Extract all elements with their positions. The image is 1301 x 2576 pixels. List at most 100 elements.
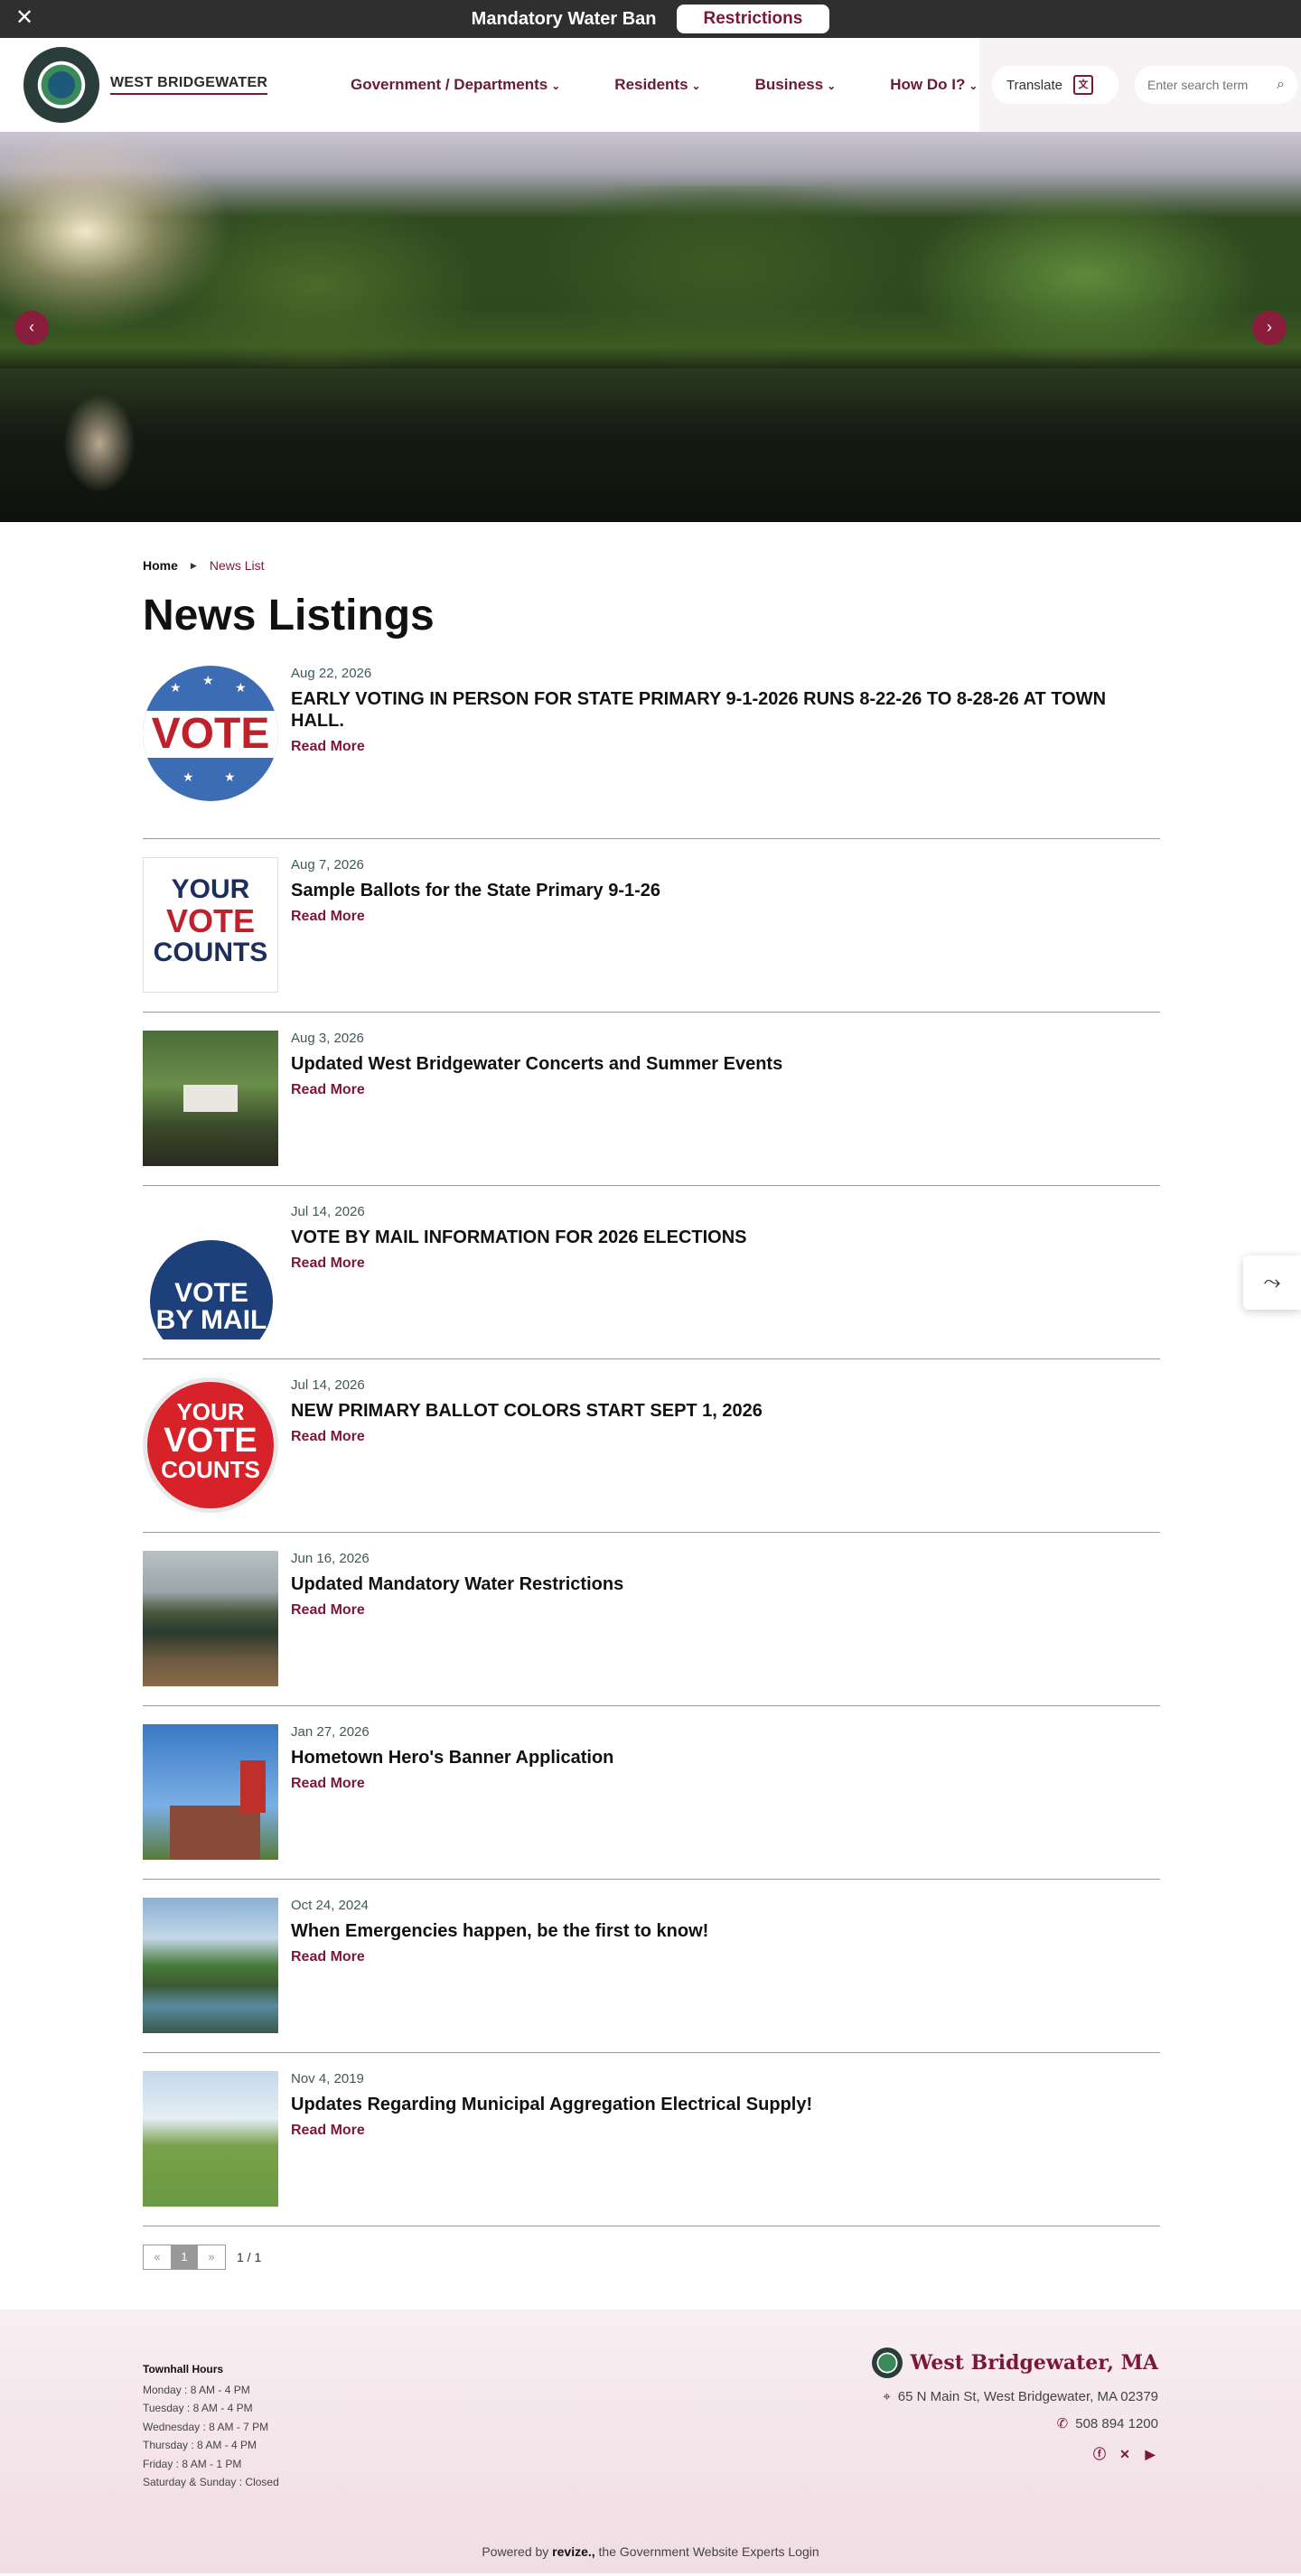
- read-more-link[interactable]: Read More: [291, 739, 365, 755]
- news-date: Nov 4, 2019: [291, 2071, 364, 2086]
- star-icon: ★: [224, 770, 236, 784]
- news-title[interactable]: VOTE BY MAIL INFORMATION FOR 2026 ELECTI…: [291, 1227, 747, 1248]
- translate-label: Translate: [1006, 77, 1062, 93]
- news-thumbnail[interactable]: YOUR VOTE COUNTS: [143, 1377, 278, 1513]
- chevron-down-icon: ⌄: [551, 79, 561, 92]
- breadcrumb-separator-icon: ▶: [190, 560, 197, 570]
- slider-next-icon[interactable]: ›: [1252, 311, 1287, 345]
- thumbnail-text: VOTE: [164, 1422, 257, 1460]
- site-logo[interactable]: WEST BRIDGEWATER: [23, 47, 295, 123]
- nav-government[interactable]: Government / Departments ⌄: [323, 76, 587, 94]
- news-date: Aug 7, 2026: [291, 857, 364, 873]
- read-more-link[interactable]: Read More: [291, 1255, 365, 1272]
- news-title[interactable]: Updates Regarding Municipal Aggregation …: [291, 2094, 812, 2115]
- close-icon[interactable]: ✕: [13, 7, 36, 31]
- news-body: Nov 4, 2019 Updates Regarding Municipal …: [291, 2071, 812, 2206]
- news-body: Aug 7, 2026 Sample Ballots for the State…: [291, 857, 660, 992]
- facebook-icon[interactable]: ⓕ: [1091, 2446, 1108, 2462]
- news-item: Nov 4, 2019 Updates Regarding Municipal …: [143, 2053, 1160, 2226]
- nav-label: Residents: [614, 76, 688, 93]
- news-thumbnail[interactable]: [143, 2071, 278, 2207]
- news-item: YOUR VOTE COUNTS Aug 7, 2026 Sample Ball…: [143, 839, 1160, 1013]
- translate-button[interactable]: Translate 文: [992, 66, 1118, 104]
- hours-line: Friday : 8 AM - 1 PM: [143, 2457, 242, 2470]
- breadcrumb-home[interactable]: Home: [143, 558, 178, 573]
- bandstand-image: [183, 1085, 238, 1112]
- thumbnail-text: VOTE: [143, 711, 278, 758]
- thumbnail-text: YOUR: [171, 874, 250, 904]
- read-more-link[interactable]: Read More: [291, 1602, 365, 1619]
- pagination-controls: « 1 »: [143, 2245, 226, 2270]
- thumbnail-text: YOUR: [176, 1398, 245, 1425]
- footer-address[interactable]: ⌖ 65 N Main St, West Bridgewater, MA 0237…: [872, 2389, 1158, 2404]
- site-header: WEST BRIDGEWATER Government / Department…: [0, 38, 1301, 132]
- chevron-down-icon: ⌄: [691, 79, 701, 92]
- translate-icon: 文: [1072, 75, 1093, 95]
- site-footer: Townhall Hours Monday : 8 AM - 4 PM Tues…: [0, 2310, 1301, 2573]
- hero-water: [0, 369, 1301, 522]
- search-input[interactable]: [1147, 78, 1256, 92]
- slider-prev-icon[interactable]: ‹: [14, 311, 49, 345]
- search-box: ⌕: [1135, 66, 1297, 104]
- address-text: 65 N Main St, West Bridgewater, MA 02379: [897, 2389, 1158, 2404]
- search-icon[interactable]: ⌕: [1277, 77, 1285, 93]
- news-item: Jan 27, 2026 Hometown Hero's Banner Appl…: [143, 1706, 1160, 1880]
- read-more-link[interactable]: Read More: [291, 1429, 365, 1445]
- social-links: ⓕ ✕ ▶: [872, 2446, 1158, 2462]
- news-list: ★ ★ ★ ★ ★ VOTE Aug 22, 2026 EARLY VOTING…: [143, 666, 1160, 2226]
- news-body: Jul 14, 2026 NEW PRIMARY BALLOT COLORS S…: [291, 1377, 763, 1512]
- read-more-link[interactable]: Read More: [291, 2123, 365, 2139]
- read-more-link[interactable]: Read More: [291, 1776, 365, 1792]
- thumbnail-text: COUNTS: [153, 938, 268, 967]
- news-title[interactable]: Updated West Bridgewater Concerts and Su…: [291, 1053, 782, 1075]
- news-item: Oct 24, 2024 When Emergencies happen, be…: [143, 1880, 1160, 2053]
- thumbnail-text: VOTE: [174, 1278, 248, 1308]
- town-seal-icon: [23, 47, 99, 123]
- powered-suffix[interactable]: the Government Website Experts Login: [599, 2544, 819, 2559]
- news-date: Aug 3, 2026: [291, 1031, 364, 1046]
- powered-by: Powered by revize., the Government Websi…: [0, 2544, 1301, 2559]
- hours-line: Monday : 8 AM - 4 PM: [143, 2383, 250, 2396]
- news-title[interactable]: Hometown Hero's Banner Application: [291, 1747, 613, 1769]
- pagination-count: 1 / 1: [237, 2250, 262, 2264]
- nav-residents[interactable]: Residents ⌄: [587, 76, 727, 94]
- read-more-link[interactable]: Read More: [291, 1949, 365, 1965]
- news-body: Jun 16, 2026 Updated Mandatory Water Res…: [291, 1551, 623, 1685]
- read-more-link[interactable]: Read More: [291, 1082, 365, 1098]
- news-body: Jul 14, 2026 VOTE BY MAIL INFORMATION FO…: [291, 1204, 747, 1339]
- location-pin-icon: ⌖: [883, 2389, 891, 2404]
- pagination-next[interactable]: »: [198, 2245, 225, 2269]
- news-thumbnail[interactable]: [143, 1724, 278, 1860]
- news-thumbnail[interactable]: [143, 1898, 278, 2033]
- news-title[interactable]: Sample Ballots for the State Primary 9-1…: [291, 880, 660, 901]
- x-twitter-icon[interactable]: ✕: [1117, 2446, 1133, 2462]
- news-thumbnail[interactable]: ★ ★ ★ ★ ★ VOTE: [143, 666, 278, 801]
- hours-line: Saturday & Sunday : Closed: [143, 2476, 279, 2488]
- share-icon[interactable]: ⤳: [1243, 1255, 1301, 1310]
- news-title[interactable]: Updated Mandatory Water Restrictions: [291, 1573, 623, 1595]
- news-thumbnail[interactable]: VOTE BY MAIL: [143, 1204, 278, 1339]
- youtube-icon[interactable]: ▶: [1142, 2446, 1158, 2462]
- news-date: Jan 27, 2026: [291, 1724, 370, 1740]
- nav-business[interactable]: Business ⌄: [728, 76, 864, 94]
- footer-phone[interactable]: ✆ 508 894 1200: [872, 2415, 1158, 2431]
- footer-brand-name: West Bridgewater, MA: [910, 2351, 1158, 2375]
- pagination-page[interactable]: 1: [171, 2245, 198, 2269]
- news-thumbnail[interactable]: YOUR VOTE COUNTS: [143, 857, 278, 993]
- news-title[interactable]: When Emergencies happen, be the first to…: [291, 1920, 708, 1942]
- news-title[interactable]: EARLY VOTING IN PERSON FOR STATE PRIMARY…: [291, 688, 1158, 732]
- read-more-link[interactable]: Read More: [291, 909, 365, 925]
- nav-label: How Do I?: [890, 76, 966, 93]
- pagination-prev[interactable]: «: [144, 2245, 171, 2269]
- revize-link[interactable]: revize.,: [552, 2544, 594, 2559]
- news-date: Jul 14, 2026: [291, 1204, 365, 1219]
- restrictions-button[interactable]: Restrictions: [676, 5, 830, 33]
- news-title[interactable]: NEW PRIMARY BALLOT COLORS START SEPT 1, …: [291, 1400, 763, 1422]
- page-title: News Listings: [143, 592, 435, 639]
- hero-trees: [0, 186, 1301, 367]
- footer-brand[interactable]: West Bridgewater, MA: [872, 2347, 1158, 2378]
- news-thumbnail[interactable]: [143, 1031, 278, 1166]
- townhall-hours: Townhall Hours Monday : 8 AM - 4 PM Tues…: [143, 2360, 279, 2492]
- news-thumbnail[interactable]: [143, 1551, 278, 1686]
- town-hall-image: [170, 1806, 260, 1860]
